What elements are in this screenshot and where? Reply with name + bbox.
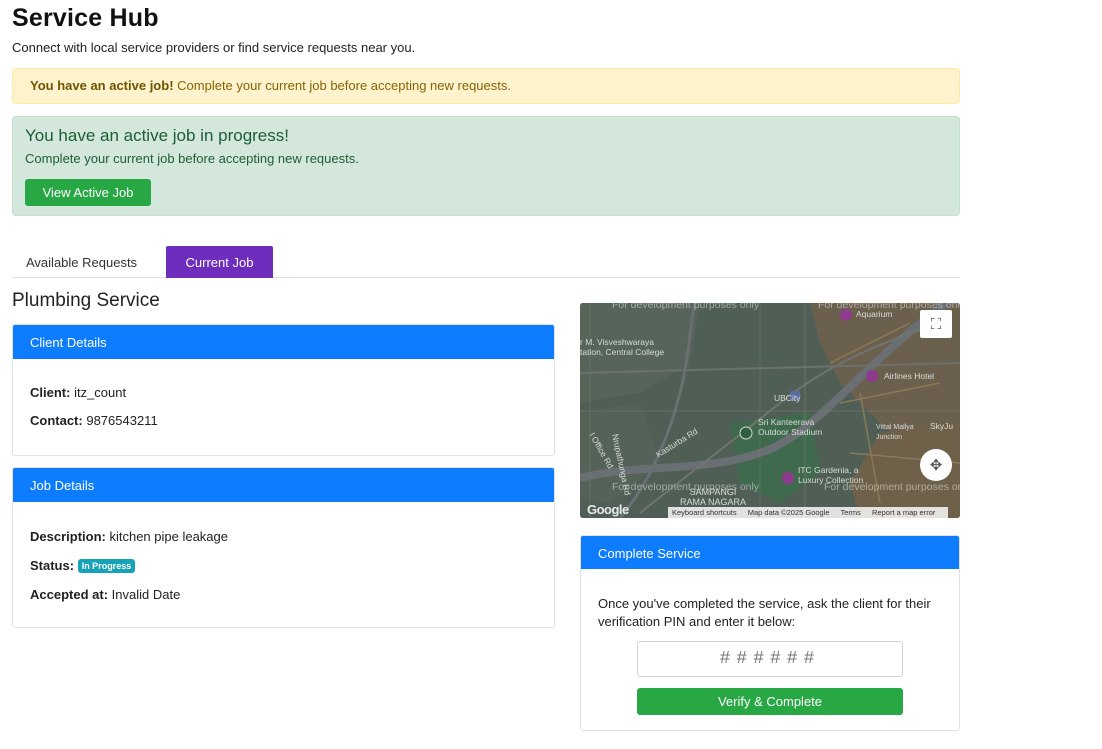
map-label-airlines-hotel: Airlines Hotel: [884, 371, 935, 381]
active-job-warning-alert: You have an active job! Complete your cu…: [12, 68, 960, 104]
map-label-college: r M. Visveshwaraya tation, Central Colle…: [580, 337, 665, 357]
service-title: Plumbing Service: [12, 290, 160, 311]
client-details-header: Client Details: [13, 325, 554, 359]
verification-pin-input[interactable]: [637, 641, 903, 677]
contact-label: Contact:: [30, 413, 83, 428]
contact-value: 9876543211: [86, 413, 158, 428]
page-title: Service Hub: [12, 4, 159, 32]
map-label-ubcity: UBCity: [774, 393, 801, 403]
active-job-message: Complete your current job before accepti…: [25, 151, 359, 166]
map-label-itc-gardenia: ITC Gardenia, a Luxury Collection: [798, 465, 864, 485]
active-job-alert: You have an active job in progress! Comp…: [12, 116, 960, 216]
complete-service-header: Complete Service: [581, 536, 959, 569]
accepted-label: Accepted at:: [30, 587, 109, 602]
status-label: Status:: [30, 558, 75, 573]
google-logo: Google: [587, 502, 629, 517]
warning-text: Complete your current job before accepti…: [173, 78, 511, 93]
accepted-value: Invalid Date: [111, 587, 181, 602]
map-label-skyju: SkyJu: [930, 421, 954, 431]
active-job-heading: You have an active job in progress!: [25, 126, 289, 145]
tab-available-requests[interactable]: Available Requests: [12, 246, 151, 278]
client-label: Client:: [30, 385, 71, 400]
description-label: Description:: [30, 529, 106, 544]
accepted-row: Accepted at: Invalid Date: [30, 587, 537, 602]
view-active-job-button[interactable]: View Active Job: [25, 179, 151, 206]
complete-service-instructions: Once you've completed the service, ask t…: [598, 596, 931, 629]
job-tabs: Available Requests Current Job: [12, 246, 960, 278]
report-map-error-link[interactable]: Report a map error: [872, 508, 935, 517]
warning-bold-text: You have an active job!: [30, 78, 174, 93]
status-badge: In Progress: [77, 559, 136, 573]
map-dev-watermark-top-left: For development purposes only: [612, 303, 760, 311]
map-pan-control-icon[interactable]: ✥: [920, 449, 952, 481]
page-subtitle: Connect with local service providers or …: [12, 40, 416, 55]
map-label-aquarium: Aquarium: [856, 309, 893, 319]
job-details-header: Job Details: [13, 468, 554, 502]
job-details-card: Job Details Description: kitchen pipe le…: [12, 467, 555, 628]
verify-complete-button[interactable]: Verify & Complete: [637, 688, 903, 715]
map-data-attribution: Map data ©2025 Google: [747, 508, 830, 517]
client-details-card: Client Details Client: itz_count Contact…: [12, 324, 555, 456]
map-footer: Keyboard shortcuts Map data ©2025 Google…: [668, 507, 949, 518]
client-row: Client: itz_count: [30, 385, 537, 400]
map-label-vittal-mallya: Vittal Mallya Junction: [876, 424, 914, 441]
status-row: Status: In Progress: [30, 558, 537, 573]
map-label-stadium: Sri Kanteerava Outdoor Stadium: [758, 417, 823, 437]
map-fullscreen-icon[interactable]: ⛶: [920, 310, 952, 338]
client-value: itz_count: [74, 385, 127, 400]
contact-row: Contact: 9876543211: [30, 413, 537, 428]
terms-link[interactable]: Terms: [841, 508, 861, 517]
keyboard-shortcuts-link[interactable]: Keyboard shortcuts: [672, 508, 737, 517]
job-location-map[interactable]: For development purposes only For develo…: [580, 303, 960, 518]
description-row: Description: kitchen pipe leakage: [30, 529, 537, 544]
tab-current-job[interactable]: Current Job: [166, 246, 273, 278]
map-label-sampangi: SAMPANGI RAMA NAGARA: [680, 487, 747, 507]
description-value: kitchen pipe leakage: [109, 529, 228, 544]
complete-service-card: Complete Service Once you've completed t…: [580, 535, 960, 731]
